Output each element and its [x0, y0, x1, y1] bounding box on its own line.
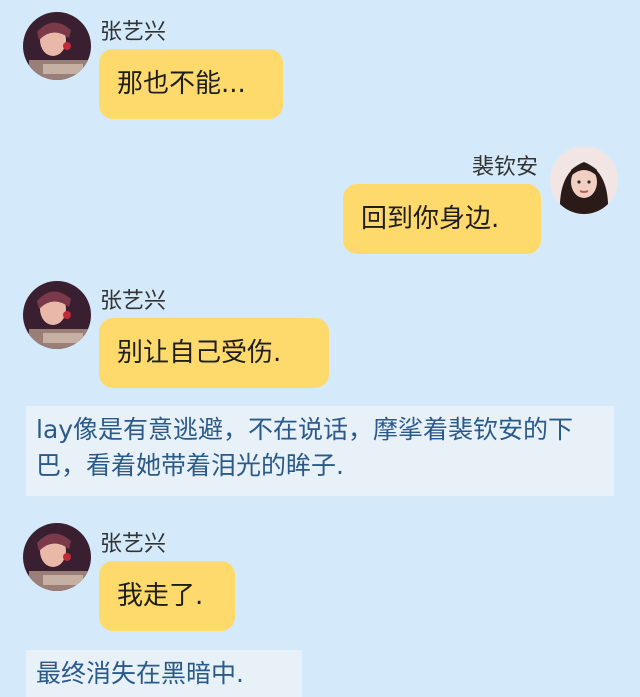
sender-name: 张艺兴 — [100, 289, 167, 314]
narration-text: 最终消失在黑暗中. — [26, 650, 302, 697]
sender-name: 张艺兴 — [100, 532, 167, 557]
message-bubble[interactable]: 那也不能... — [99, 49, 283, 119]
sender-name: 张艺兴 — [100, 20, 167, 45]
message-bubble[interactable]: 别让自己受伤. — [99, 318, 329, 388]
avatar-peiqinan[interactable] — [550, 146, 618, 214]
avatar-zhangyixing[interactable] — [23, 12, 91, 80]
message-bubble[interactable]: 回到你身边. — [343, 184, 541, 254]
avatar-zhangyixing[interactable] — [23, 281, 91, 349]
avatar-zhangyixing[interactable] — [23, 523, 91, 591]
message-bubble[interactable]: 我走了. — [99, 561, 235, 631]
narration-text: lay像是有意逃避，不在说话，摩挲着裴钦安的下巴，看着她带着泪光的眸子. — [26, 406, 614, 496]
sender-name: 裴钦安 — [471, 155, 538, 180]
